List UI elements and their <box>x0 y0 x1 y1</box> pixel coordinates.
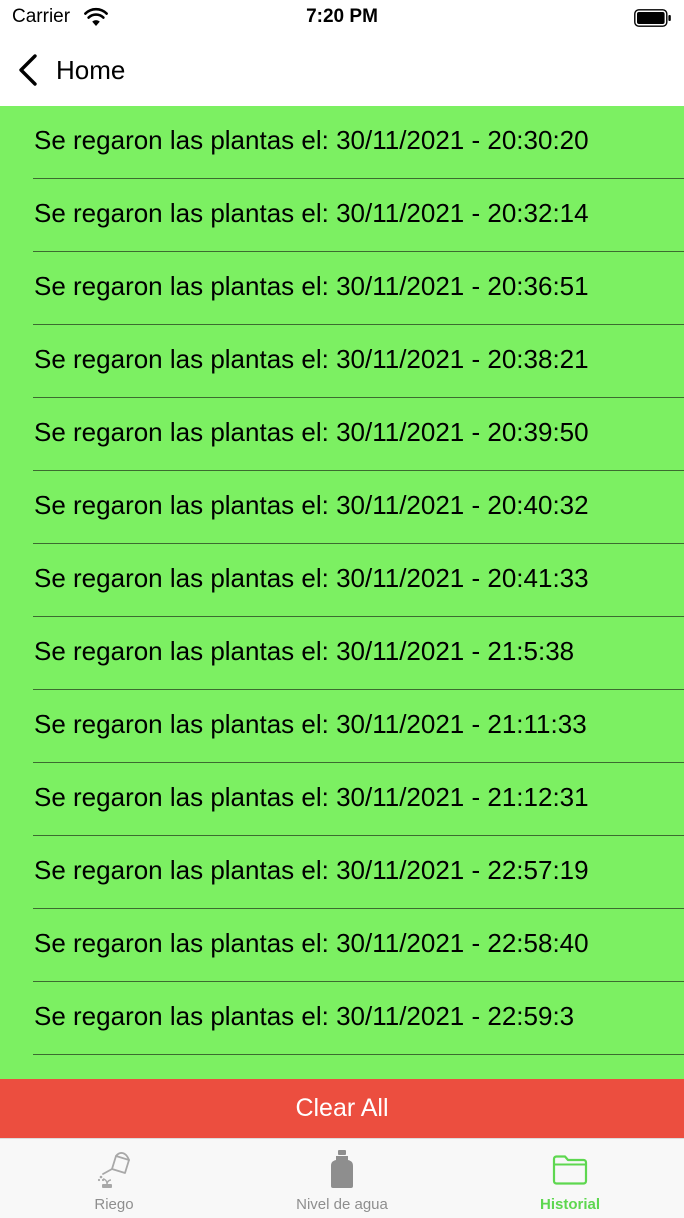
list-item[interactable]: Se regaron las plantas el: 30/11/2021 - … <box>0 544 684 617</box>
list-item[interactable]: Se regaron las plantas el: 30/11/2021 - … <box>0 106 684 179</box>
list-item[interactable]: Se regaron las plantas el: 30/11/2021 - … <box>0 179 684 252</box>
tab-riego[interactable]: Riego <box>0 1139 228 1218</box>
list-item-text: Se regaron las plantas el: 30/11/2021 - … <box>34 417 589 447</box>
list-item-text: Se regaron las plantas el: 30/11/2021 - … <box>34 928 589 958</box>
tab-label: Nivel de agua <box>296 1196 388 1213</box>
tab-bar: Riego Nivel de agua Historial <box>0 1138 684 1218</box>
list-item-text: Se regaron las plantas el: 30/11/2021 - … <box>34 636 575 666</box>
status-bar: Carrier 7:20 PM <box>0 0 684 36</box>
clear-all-button[interactable]: Clear All <box>0 1079 684 1138</box>
list-item[interactable]: Se regaron las plantas el: 30/11/2021 - … <box>0 471 684 544</box>
list-item[interactable]: Se regaron las plantas el: 30/11/2021 - … <box>0 836 684 909</box>
list-item-text: Se regaron las plantas el: 30/11/2021 - … <box>34 344 589 374</box>
list-item[interactable]: Se regaron las plantas el: 30/11/2021 - … <box>0 617 684 690</box>
list-item[interactable]: Se regaron las plantas el: 30/11/2021 - … <box>0 398 684 471</box>
list-item-text: Se regaron las plantas el: 30/11/2021 - … <box>34 490 589 520</box>
list-item[interactable]: Se regaron las plantas el: 30/11/2021 - … <box>0 1055 684 1079</box>
list-item[interactable]: Se regaron las plantas el: 30/11/2021 - … <box>0 690 684 763</box>
list-item-text: Se regaron las plantas el: 30/11/2021 - … <box>34 855 589 885</box>
folder-icon <box>552 1155 588 1185</box>
back-button[interactable]: Home <box>16 52 125 88</box>
list-item-text: Se regaron las plantas el: 30/11/2021 - … <box>34 198 589 228</box>
back-label: Home <box>56 54 126 85</box>
list-item-text: Se regaron las plantas el: 30/11/2021 - … <box>34 709 587 739</box>
list-item-text: Se regaron las plantas el: 30/11/2021 - … <box>34 271 589 301</box>
list-item[interactable]: Se regaron las plantas el: 30/11/2021 - … <box>0 763 684 836</box>
list-item-text: Se regaron las plantas el: 30/11/2021 - … <box>34 782 589 812</box>
watering-can-icon <box>97 1152 130 1188</box>
water-bottle-icon <box>331 1150 353 1188</box>
list-item-text: Se regaron las plantas el: 30/11/2021 - … <box>34 125 589 155</box>
clock: 7:20 PM <box>306 6 378 27</box>
list-item-text: Se regaron las plantas el: 30/11/2021 - … <box>34 1001 575 1031</box>
tab-label: Historial <box>539 1196 600 1213</box>
tab-nivel-de-agua[interactable]: Nivel de agua <box>228 1139 456 1218</box>
tab-label: Riego <box>94 1196 134 1213</box>
list-item[interactable]: Se regaron las plantas el: 30/11/2021 - … <box>0 252 684 325</box>
list-item-text: Se regaron las plantas el: 30/11/2021 - … <box>34 563 589 593</box>
navigation-bar: Home <box>0 36 684 106</box>
list-item-text: Se regaron las plantas el: 30/11/2021 - … <box>34 1055 574 1079</box>
list-item[interactable]: Se regaron las plantas el: 30/11/2021 - … <box>0 325 684 398</box>
list-item[interactable]: Se regaron las plantas el: 30/11/2021 - … <box>0 909 684 982</box>
history-list[interactable]: Se regaron las plantas el: 30/11/2021 - … <box>0 106 684 1079</box>
tab-historial[interactable]: Historial <box>456 1139 684 1218</box>
chevron-left-icon <box>19 54 37 86</box>
list-item[interactable]: Se regaron las plantas el: 30/11/2021 - … <box>0 982 684 1055</box>
battery-icon <box>634 9 671 27</box>
